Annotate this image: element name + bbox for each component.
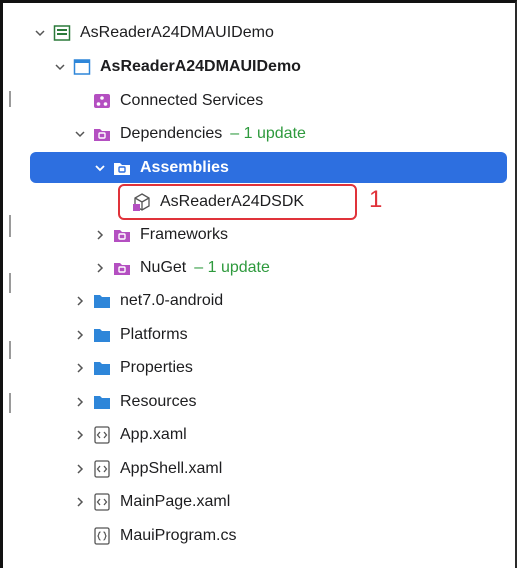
solution-icon <box>52 23 72 43</box>
solution-label: AsReaderA24DMAUIDemo <box>80 24 274 41</box>
net7-android-label: net7.0-android <box>120 292 224 309</box>
chevron-right-icon[interactable] <box>92 227 108 243</box>
tree-row-net7-android[interactable]: net7.0-android <box>10 286 507 316</box>
tree-row-resources[interactable]: Resources <box>10 387 507 417</box>
tree-row-solution[interactable]: AsReaderA24DMAUIDemo <box>10 18 507 48</box>
csharp-file-icon <box>92 526 112 546</box>
tree-row-frameworks[interactable]: Frameworks <box>10 220 507 250</box>
chevron-right-icon[interactable] <box>72 360 88 376</box>
tree-row-app-xaml[interactable]: App.xaml <box>10 420 507 450</box>
appshell-xaml-label: AppShell.xaml <box>120 460 223 477</box>
connected-services-label: Connected Services <box>120 92 264 109</box>
chevron-down-icon[interactable] <box>72 126 88 142</box>
folder-icon <box>92 325 112 345</box>
assemblies-label: Assemblies <box>140 158 229 176</box>
annotation-highlight-box <box>118 184 357 220</box>
chevron-right-icon[interactable] <box>72 327 88 343</box>
mauiprogram-cs-label: MauiProgram.cs <box>120 527 237 544</box>
platforms-label: Platforms <box>120 326 188 343</box>
tree-row-project[interactable]: AsReaderA24DMAUIDemo <box>10 52 507 82</box>
tree-row-assemblies[interactable]: Assemblies <box>30 152 507 183</box>
chevron-down-icon[interactable] <box>32 25 48 41</box>
tree-row-dependencies[interactable]: Dependencies – 1 update <box>10 119 507 149</box>
xaml-file-icon <box>92 425 112 445</box>
app-xaml-label: App.xaml <box>120 426 187 443</box>
tree-row-appshell-xaml[interactable]: AppShell.xaml <box>10 454 507 484</box>
chevron-right-icon[interactable] <box>72 494 88 510</box>
tree-row-properties[interactable]: Properties <box>10 353 507 383</box>
properties-label: Properties <box>120 359 193 376</box>
nuget-folder-icon <box>112 258 132 278</box>
project-label: AsReaderA24DMAUIDemo <box>100 58 301 75</box>
project-icon <box>72 57 92 77</box>
chevron-right-icon[interactable] <box>72 461 88 477</box>
tree-row-nuget[interactable]: NuGet – 1 update <box>10 253 507 283</box>
folder-icon <box>92 291 112 311</box>
chevron-down-icon[interactable] <box>92 160 108 176</box>
tree-row-connected-services[interactable]: Connected Services <box>10 86 507 116</box>
dependencies-folder-icon <box>92 124 112 144</box>
connected-services-icon <box>92 91 112 111</box>
chevron-right-icon[interactable] <box>72 293 88 309</box>
resources-label: Resources <box>120 393 197 410</box>
xaml-file-icon <box>92 459 112 479</box>
folder-icon <box>92 358 112 378</box>
mainpage-xaml-label: MainPage.xaml <box>120 493 231 510</box>
tree-row-mainpage-xaml[interactable]: MainPage.xaml <box>10 487 507 517</box>
dependencies-label: Dependencies <box>120 125 223 142</box>
nuget-label: NuGet <box>140 259 187 276</box>
chevron-right-icon[interactable] <box>72 427 88 443</box>
frameworks-folder-icon <box>112 225 132 245</box>
xaml-file-icon <box>92 492 112 512</box>
dependencies-update-badge[interactable]: – 1 update <box>230 125 306 143</box>
folder-icon <box>92 392 112 412</box>
chevron-down-icon[interactable] <box>52 59 68 75</box>
assemblies-folder-icon <box>112 158 132 178</box>
tree-row-mauiprogram-cs[interactable]: MauiProgram.cs <box>10 521 507 551</box>
annotation-number: 1 <box>369 186 383 213</box>
tree-row-platforms[interactable]: Platforms <box>10 320 507 350</box>
frameworks-label: Frameworks <box>140 226 229 243</box>
nuget-update-badge[interactable]: – 1 update <box>194 259 270 277</box>
chevron-right-icon[interactable] <box>72 394 88 410</box>
chevron-right-icon[interactable] <box>92 260 108 276</box>
